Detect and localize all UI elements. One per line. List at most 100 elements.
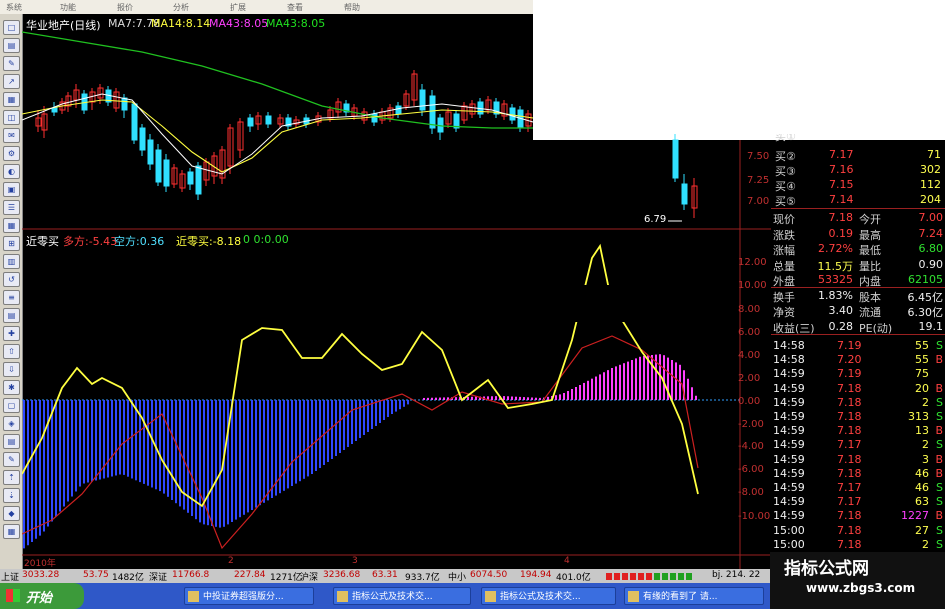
toolbar-button-20[interactable]: ⇩: [3, 362, 20, 377]
toolbar-button-5[interactable]: ▦: [3, 92, 20, 107]
tick-price: 7.18: [837, 523, 862, 537]
tick-price: 7.18: [837, 466, 862, 480]
tick-time: 14:59: [773, 410, 805, 423]
candle-body: [371, 113, 378, 123]
indicator-tick: 6.00: [738, 327, 761, 338]
candle-body: [131, 103, 138, 141]
stat-value: 0.19: [828, 226, 854, 240]
toolbar-button-21[interactable]: ✱: [3, 380, 20, 395]
tick-row: 15:00 7.18 27 S: [771, 523, 945, 538]
tick-volume: 55: [915, 339, 929, 352]
tick-time: 14:59: [773, 481, 805, 494]
bid-price: 7.17: [829, 148, 854, 161]
tick-time: 14:59: [773, 495, 805, 509]
task-forum[interactable]: 有缘的看到了 请...: [624, 587, 764, 605]
breadth-bar: [606, 573, 612, 580]
toolbar-button-26[interactable]: ⇡: [3, 470, 20, 485]
toolbar-button-12[interactable]: ▦: [3, 218, 20, 233]
task-formula-2[interactable]: 指标公式及技术交...: [481, 587, 616, 605]
tick-time: 14:59: [773, 509, 805, 523]
toolbar-button-9[interactable]: ◐: [3, 164, 20, 179]
toolbar-button-23[interactable]: ◈: [3, 416, 20, 431]
tick-row: 14:59 7.17 2 S: [771, 437, 945, 452]
tick-side: S: [936, 523, 943, 537]
app-icon: [188, 591, 199, 602]
tick-price: 7.17: [837, 495, 862, 509]
toolbar-button-8[interactable]: ⚙: [3, 146, 20, 161]
ma14-line: [22, 99, 534, 173]
tick-row: 14:59 7.18 1227 B: [771, 508, 945, 523]
separator: [771, 208, 945, 209]
indicator-tick: 2.00: [738, 373, 761, 384]
toolbar-button-24[interactable]: ▤: [3, 434, 20, 449]
breadth-bar: [686, 573, 692, 580]
candle-body: [247, 117, 254, 127]
toolbar-button-28[interactable]: ◆: [3, 506, 20, 521]
toolbar-button-14[interactable]: ▥: [3, 254, 20, 269]
indicator-tick: -10.00: [738, 511, 771, 522]
tick-time: 14:58: [773, 353, 805, 367]
tick-price: 7.18: [837, 410, 862, 423]
watermark: 指标公式网 www.zbgs3.com: [770, 552, 945, 609]
toolbar-button-11[interactable]: ☰: [3, 200, 20, 215]
bid-volume: 112: [920, 178, 941, 191]
toolbar-button-19[interactable]: ⇧: [3, 344, 20, 359]
toolbar-button-15[interactable]: ↺: [3, 272, 20, 287]
toolbar-button-2[interactable]: ▤: [3, 38, 20, 53]
menu-view[interactable]: 查看: [287, 2, 303, 13]
tick-row: 15:00 7.18 2 S: [771, 537, 945, 552]
breadth-bar: [614, 573, 620, 580]
menu-extend[interactable]: 扩展: [230, 2, 246, 13]
tick-row: 14:59 7.19 75: [771, 366, 945, 381]
menu-analysis[interactable]: 分析: [173, 2, 189, 13]
toolbar-button-3[interactable]: ✎: [3, 56, 20, 71]
toolbar-button-6[interactable]: ◫: [3, 110, 20, 125]
toolbar-button-27[interactable]: ⇣: [3, 488, 20, 503]
hs-amount: 933.7亿: [405, 573, 440, 583]
toolbar-button-1[interactable]: □: [3, 20, 20, 35]
tick-price: 7.20: [837, 353, 862, 367]
stat-value: 6.80: [918, 242, 944, 255]
toolbar-button-22[interactable]: ▢: [3, 398, 20, 413]
toolbar-button-25[interactable]: ✎: [3, 452, 20, 467]
tick-row: 14:59 7.18 313 S: [771, 409, 945, 424]
price-tick-750: 7.50: [747, 151, 770, 162]
toolbar-button-16[interactable]: ≡: [3, 290, 20, 305]
tick-time: 14:59: [773, 367, 805, 381]
tick-row: 14:59 7.18 20 B: [771, 381, 945, 396]
toolbar-button-4[interactable]: ↗: [3, 74, 20, 89]
toolbar-button-7[interactable]: ✉: [3, 128, 20, 143]
stat-value: 0.28: [828, 319, 854, 333]
toolbar-button-10[interactable]: ▣: [3, 182, 20, 197]
sz-change: 227.84: [234, 570, 266, 580]
candle-body: [121, 97, 128, 111]
tick-volume: 46: [915, 481, 929, 494]
bid-row: 买①: [771, 134, 945, 142]
bid-volume: 71: [927, 148, 941, 161]
task-zhongtou[interactable]: 中投证券超强版分...: [184, 587, 314, 605]
stat-value: 19.1: [918, 319, 944, 333]
left-toolbar: □ ▤ ✎ ↗ ▦ ◫ ✉ ⚙ ◐ ▣ ☰ ▦ ⊞ ▥ ↺ ≡ ▤ ✚ ⇧ ⇩ ✱ ▢ ◈ ▤ ✎ ⇡ ⇣ ◆ ▦: [0, 14, 23, 569]
toolbar-button-18[interactable]: ✚: [3, 326, 20, 341]
start-button[interactable]: 开始: [0, 583, 84, 609]
toolbar-button-13[interactable]: ⊞: [3, 236, 20, 251]
hs-label: 沪深: [300, 573, 319, 583]
candle-body: [155, 149, 162, 183]
menu-help[interactable]: 帮助: [344, 2, 360, 13]
sh-amount: 1482亿: [112, 573, 144, 583]
tick-row: 14:59 7.18 3 B: [771, 452, 945, 467]
menu-function[interactable]: 功能: [60, 2, 76, 13]
redaction-box: [278, 285, 667, 322]
tick-volume: 63: [915, 495, 929, 509]
tick-side: S: [936, 438, 943, 452]
toolbar-button-17[interactable]: ▤: [3, 308, 20, 323]
tick-side: S: [936, 395, 943, 409]
menu-system[interactable]: 系统: [6, 2, 22, 13]
menu-quote[interactable]: 报价: [117, 2, 133, 13]
tick-side: B: [935, 452, 943, 466]
task-formula-1[interactable]: 指标公式及技术交...: [333, 587, 471, 605]
tick-row: 14:58 7.19 55 S: [771, 338, 945, 353]
tick-time: 14:59: [773, 424, 805, 438]
toolbar-button-29[interactable]: ▦: [3, 524, 20, 539]
candle-body: [265, 115, 272, 125]
